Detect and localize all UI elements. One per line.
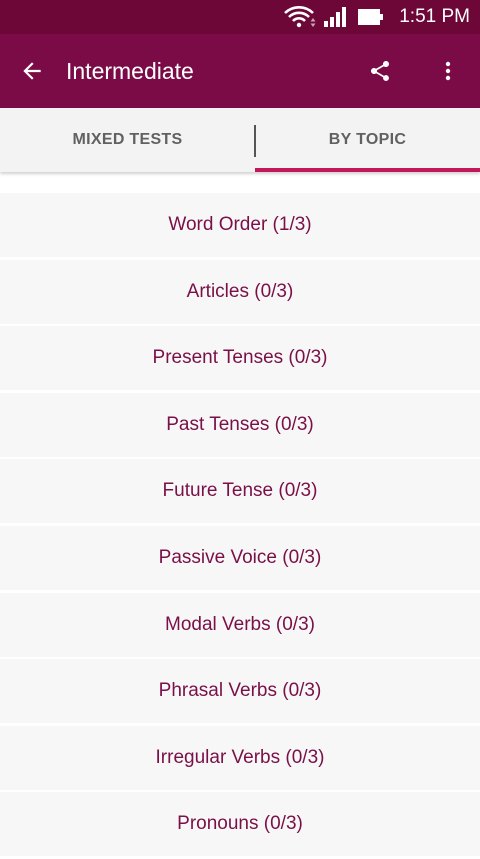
more-vert-icon — [445, 61, 451, 81]
app-bar: Intermediate — [0, 34, 480, 108]
arrow-back-icon — [23, 62, 41, 80]
tab-bar: MIXED TESTS BY TOPIC — [0, 108, 480, 172]
tab-selected-indicator — [255, 168, 480, 172]
topic-item-present-tenses[interactable]: Present Tenses (0/3) — [0, 326, 480, 391]
topic-item-phrasal-verbs[interactable]: Phrasal Verbs (0/3) — [0, 659, 480, 724]
status-bar: 1:51 PM — [0, 0, 480, 34]
wifi-icon — [284, 6, 316, 28]
battery-icon — [358, 9, 384, 25]
topic-list: Word Order (1/3) Articles (0/3) Present … — [0, 193, 480, 859]
topic-item-passive-voice[interactable]: Passive Voice (0/3) — [0, 525, 480, 590]
topic-item-modal-verbs[interactable]: Modal Verbs (0/3) — [0, 592, 480, 657]
share-icon — [371, 61, 389, 81]
topic-item-future-tense[interactable]: Future Tense (0/3) — [0, 459, 480, 524]
tab-by-topic[interactable]: BY TOPIC — [255, 108, 480, 172]
status-icons: 1:51 PM — [283, 0, 480, 34]
topic-item-pronouns[interactable]: Pronouns (0/3) — [0, 792, 480, 857]
topic-item-past-tenses[interactable]: Past Tenses (0/3) — [0, 392, 480, 457]
tab-mixed-tests[interactable]: MIXED TESTS — [0, 108, 255, 172]
topic-item-irregular-verbs[interactable]: Irregular Verbs (0/3) — [0, 725, 480, 790]
topic-item-word-order[interactable]: Word Order (1/3) — [0, 193, 480, 257]
back-button[interactable] — [10, 49, 54, 93]
signal-icon — [324, 7, 347, 27]
share-button[interactable] — [358, 49, 402, 93]
status-time: 1:51 PM — [399, 6, 470, 27]
more-options-button[interactable] — [426, 49, 470, 93]
page-title: Intermediate — [66, 58, 194, 84]
topic-item-articles[interactable]: Articles (0/3) — [0, 259, 480, 324]
